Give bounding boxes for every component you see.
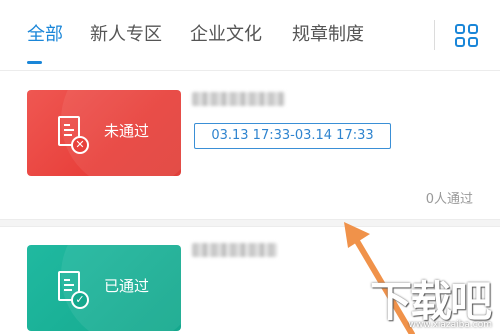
check-badge-icon: ✓ bbox=[71, 291, 89, 309]
x-badge-icon: ✕ bbox=[71, 136, 89, 154]
pass-count: 0人通过 bbox=[425, 192, 473, 207]
tab-newcomer-zone[interactable]: 新人专区 bbox=[90, 22, 162, 48]
tab-corporate-culture[interactable]: 企业文化 bbox=[190, 22, 262, 48]
status-label: 已通过 bbox=[104, 277, 150, 295]
status-label: 未通过 bbox=[104, 122, 150, 140]
blurred-exam-title bbox=[192, 92, 285, 106]
tab-rules-regulations[interactable]: 规章制度 bbox=[292, 22, 364, 48]
grid-menu-button[interactable] bbox=[455, 24, 479, 48]
blurred-exam-title bbox=[192, 243, 277, 257]
grid-square bbox=[455, 37, 465, 47]
tab-all[interactable]: 全部 bbox=[27, 22, 63, 48]
grid-four-squares-icon bbox=[455, 24, 465, 34]
tab-separator bbox=[434, 20, 435, 50]
grid-square bbox=[468, 37, 478, 47]
exam-thumbnail: ✕ 未通过 bbox=[27, 90, 181, 176]
active-tab-indicator bbox=[27, 61, 42, 64]
grid-square bbox=[468, 24, 478, 34]
exam-time-range: 03.13 17:33-03.14 17:33 bbox=[194, 123, 391, 149]
watermark: 下载吧 www.xiazaiba.com bbox=[370, 268, 496, 332]
watermark-url: www.xiazaiba.com bbox=[408, 320, 492, 330]
exam-card-failed[interactable]: ✕ 未通过 03.13 17:33-03.14 17:33 0人通过 bbox=[0, 71, 500, 219]
exam-thumbnail: ✓ 已通过 bbox=[27, 245, 181, 331]
category-tab-bar: 全部 新人专区 企业文化 规章制度 bbox=[0, 0, 500, 70]
